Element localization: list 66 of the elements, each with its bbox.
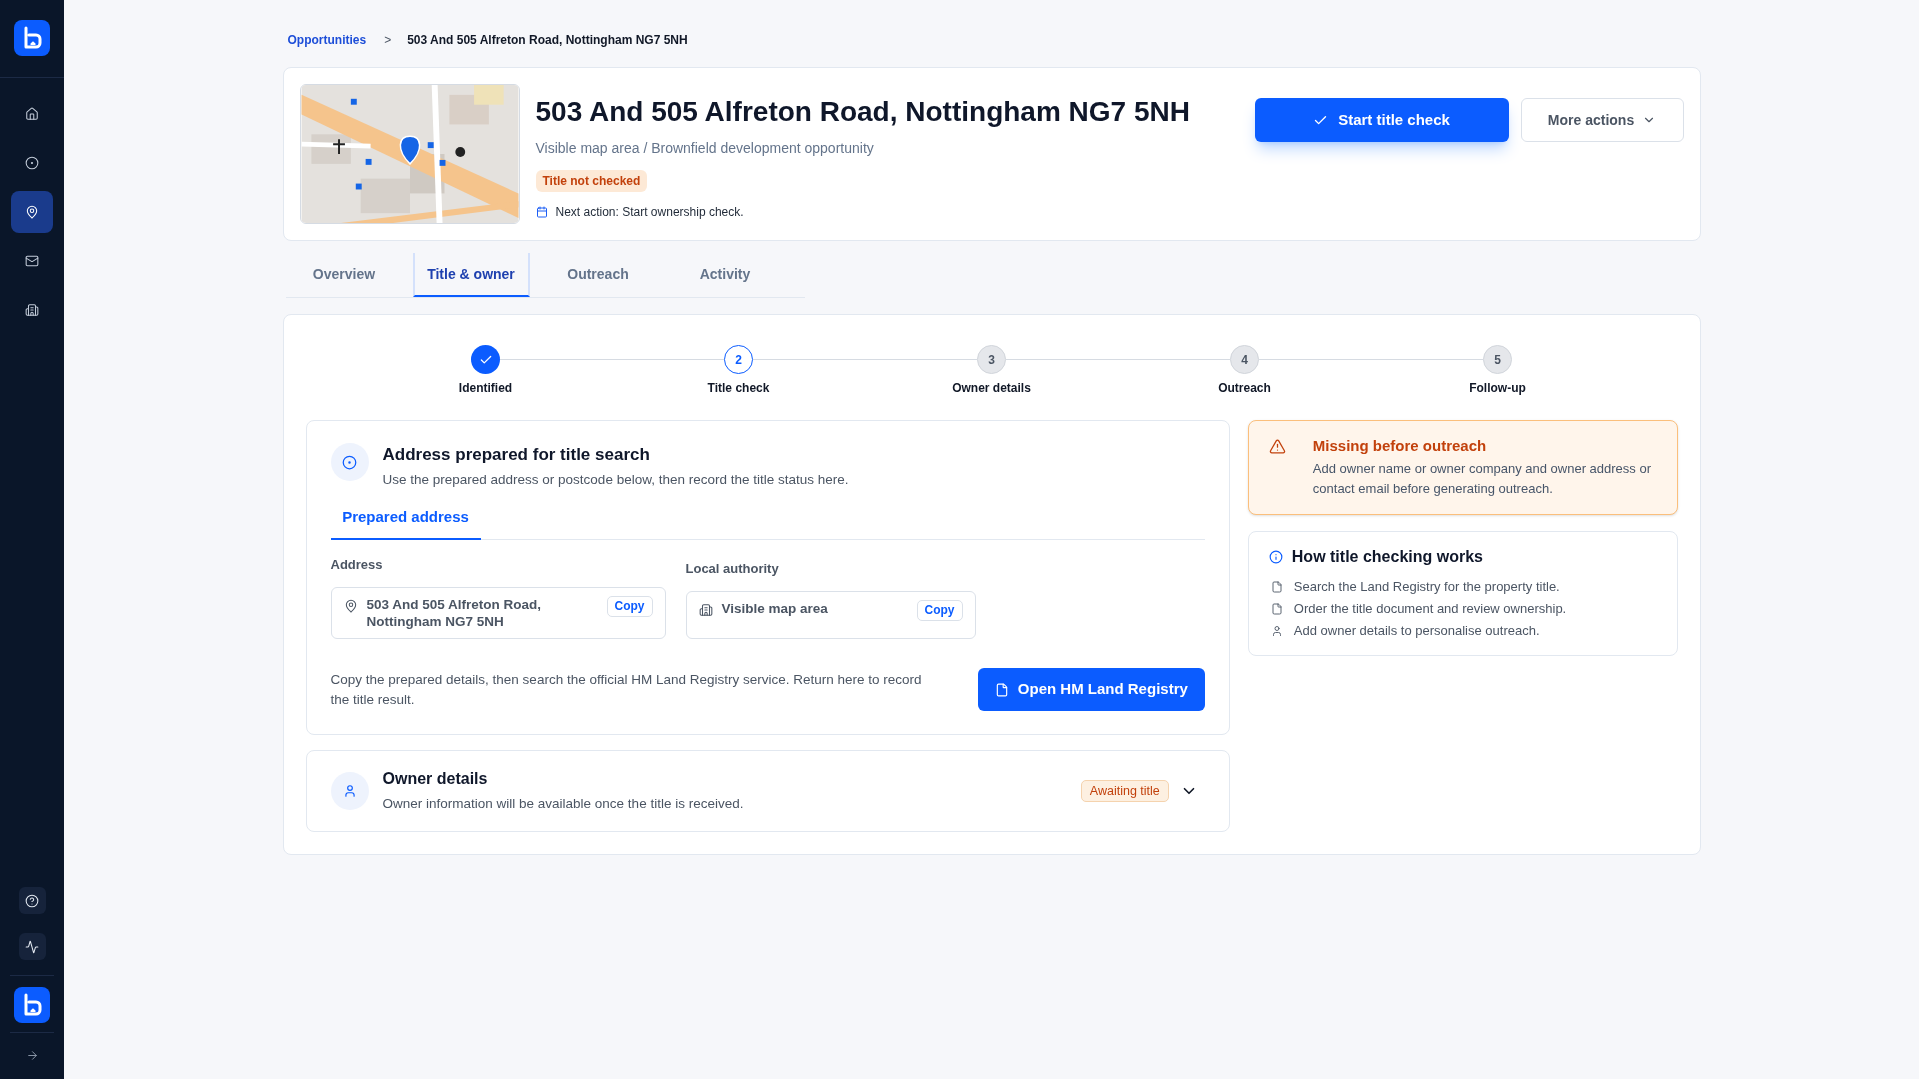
tab[interactable]: Title & owner [412, 253, 530, 297]
open-land-registry-button[interactable]: Open HM Land Registry [977, 668, 1205, 711]
activity-icon [25, 939, 39, 954]
panel-title: How title checking works [1291, 547, 1483, 567]
step-text: Search the Land Registry for the property title. [1293, 578, 1560, 596]
document-icon [1270, 581, 1283, 593]
map-pin-icon [25, 205, 39, 219]
user-icon [1270, 625, 1283, 637]
tab[interactable]: Activity [666, 253, 784, 297]
target-icon [25, 156, 39, 170]
step-label: Identified [458, 380, 513, 396]
step-label: Title check [707, 380, 770, 396]
section-description: Owner information will be available once the title is received. [382, 795, 745, 813]
step-label: Outreach [1218, 380, 1271, 396]
breadcrumb-current: 503 And 505 Alfreton Road, Nottingham NG7 5NH [407, 32, 688, 48]
section-description: Use the prepared address or postcode below, then record the title status here. [382, 471, 849, 489]
step-text: Add owner details to personalise outreach. [1293, 622, 1540, 640]
tab[interactable]: Overview [285, 253, 403, 297]
warning-message: Add owner name or owner company and owner address or contact email before generating outreach. [1312, 460, 1652, 498]
start-title-check-button[interactable]: Start title check [1254, 98, 1509, 142]
home-icon [25, 107, 39, 121]
step-number: 5 [1483, 345, 1512, 374]
section-title: Owner details [382, 769, 489, 789]
field-label: Local authority [685, 561, 780, 577]
field-value: Visible map area [721, 600, 829, 617]
mail-icon [25, 254, 39, 268]
step-text: Order the title document and review ownership. [1293, 600, 1567, 618]
next-action-text: Next action: Start ownership check. [555, 204, 744, 221]
buildings-icon [25, 303, 39, 317]
app-logo[interactable] [14, 987, 50, 1023]
help-button[interactable] [18, 887, 46, 914]
document-icon [1270, 603, 1283, 615]
step-number: 3 [977, 345, 1006, 374]
help-text: Copy the prepared details, then search the official HM Land Registry service. Return here to record the title result. [330, 670, 923, 709]
step-number: 4 [1230, 345, 1259, 374]
tab[interactable]: Outreach [539, 253, 657, 297]
field-label: Address [330, 557, 384, 573]
property-subtitle: Visible map area / Brownfield development opportunity [535, 139, 874, 158]
step-number: 2 [724, 345, 753, 374]
status-badge: Awaiting title [1080, 780, 1169, 802]
more-actions-button[interactable]: More actions [1520, 98, 1684, 142]
property-title: 503 And 505 Alfreton Road, Nottingham NG7 5NH [535, 95, 1190, 129]
status-badge: Title not checked [535, 170, 648, 192]
help-icon [25, 893, 39, 908]
subtab[interactable]: Prepared address [330, 499, 481, 540]
map-pin-icon [343, 599, 358, 613]
calendar-icon [535, 206, 548, 218]
copy-button[interactable]: Copy [916, 600, 963, 621]
step-label: Owner details [952, 380, 1031, 396]
field-value: 503 And 505 Alfreton Road, Nottingham NG7 5NH [366, 596, 543, 630]
sidebar-nav-item[interactable] [11, 191, 53, 233]
document-icon [994, 682, 1009, 697]
warning-icon [1268, 438, 1286, 455]
breadcrumb-separator: > [384, 32, 392, 48]
warning-title: Missing before outreach [1312, 436, 1488, 456]
target-icon [330, 443, 369, 481]
building-icon [698, 603, 713, 617]
user-icon [330, 772, 369, 810]
info-icon [1268, 550, 1283, 564]
activity-button[interactable] [18, 933, 46, 960]
step-label: Follow-up [1469, 380, 1526, 396]
copy-button[interactable]: Copy [606, 596, 653, 617]
section-title: Address prepared for title search [382, 444, 651, 466]
breadcrumb-link[interactable]: Opportunities [287, 32, 367, 48]
app-logo[interactable] [14, 20, 50, 56]
arrow-right-icon [25, 1048, 39, 1062]
